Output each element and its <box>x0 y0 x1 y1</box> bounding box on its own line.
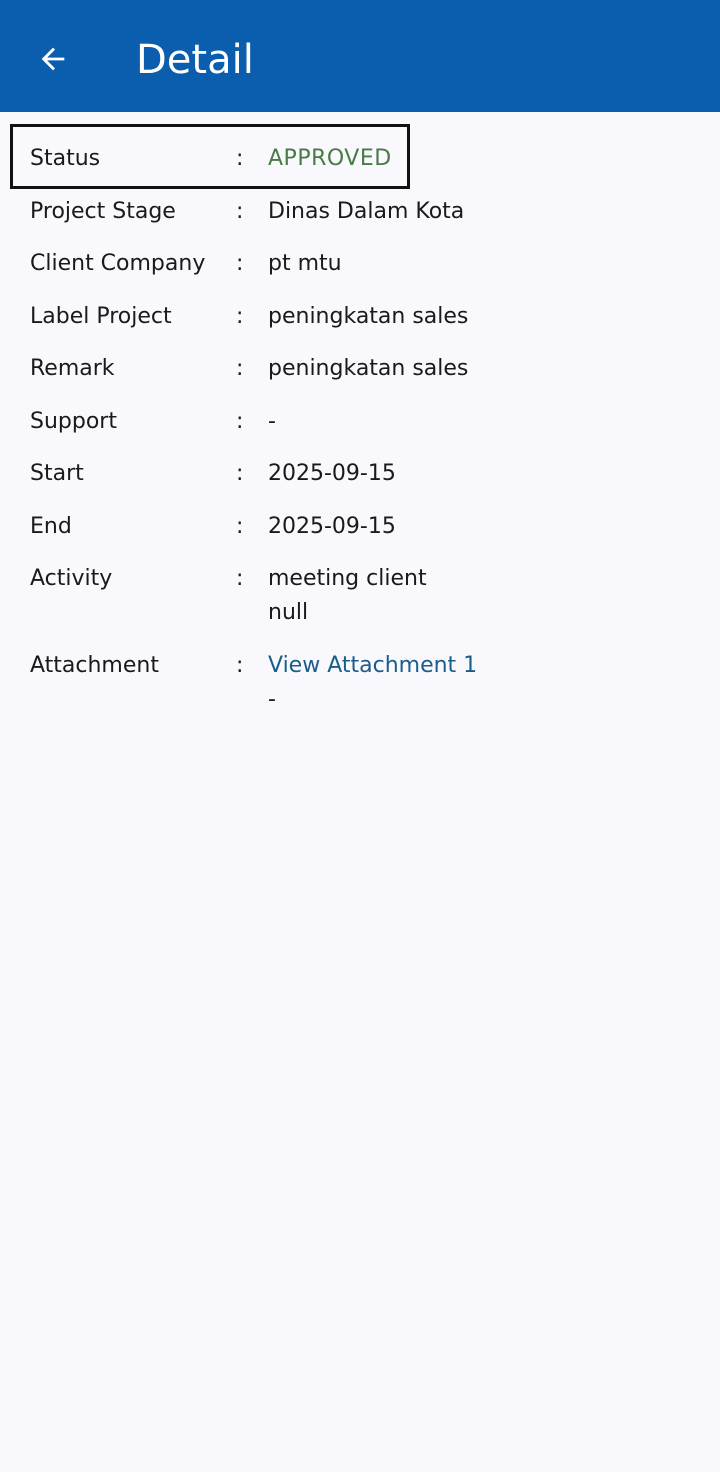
attachment-value: View Attachment 1 - <box>268 649 668 717</box>
support-label: Support <box>30 409 117 434</box>
activity-label: Activity <box>30 566 113 591</box>
client-company-label: Client Company <box>30 251 206 276</box>
label-project-label: Label Project <box>30 304 172 329</box>
project-stage-value: Dinas Dalam Kota <box>268 199 465 224</box>
app-bar: Detail <box>0 0 720 112</box>
activity-value: meeting client null <box>268 562 668 630</box>
separator: : <box>236 566 244 591</box>
separator: : <box>236 461 244 486</box>
separator: : <box>236 304 244 329</box>
page-title: Detail <box>136 37 254 83</box>
end-label: End <box>30 514 72 539</box>
separator: : <box>236 199 244 224</box>
status-label: Status <box>30 146 101 171</box>
project-stage-label: Project Stage <box>30 199 176 224</box>
start-value: 2025-09-15 <box>268 461 396 486</box>
status-value: APPROVED <box>268 146 392 171</box>
separator: : <box>236 356 244 381</box>
separator: : <box>236 146 244 171</box>
attachment-label: Attachment <box>30 653 159 678</box>
separator: : <box>236 653 244 678</box>
view-attachment-link[interactable]: View Attachment 1 <box>268 649 668 683</box>
separator: : <box>236 514 244 539</box>
separator: : <box>236 409 244 434</box>
activity-line-1: meeting client <box>268 566 427 591</box>
remark-label: Remark <box>30 356 115 381</box>
attachment-line-2: - <box>268 687 276 712</box>
back-button[interactable] <box>30 36 76 82</box>
remark-value: peningkatan sales <box>268 356 469 381</box>
separator: : <box>236 251 244 276</box>
end-value: 2025-09-15 <box>268 514 396 539</box>
activity-line-2: null <box>268 600 309 625</box>
support-value: - <box>268 409 276 434</box>
client-company-value: pt mtu <box>268 251 342 276</box>
arrow-left-icon <box>41 47 65 71</box>
label-project-value: peningkatan sales <box>268 304 469 329</box>
start-label: Start <box>30 461 84 486</box>
